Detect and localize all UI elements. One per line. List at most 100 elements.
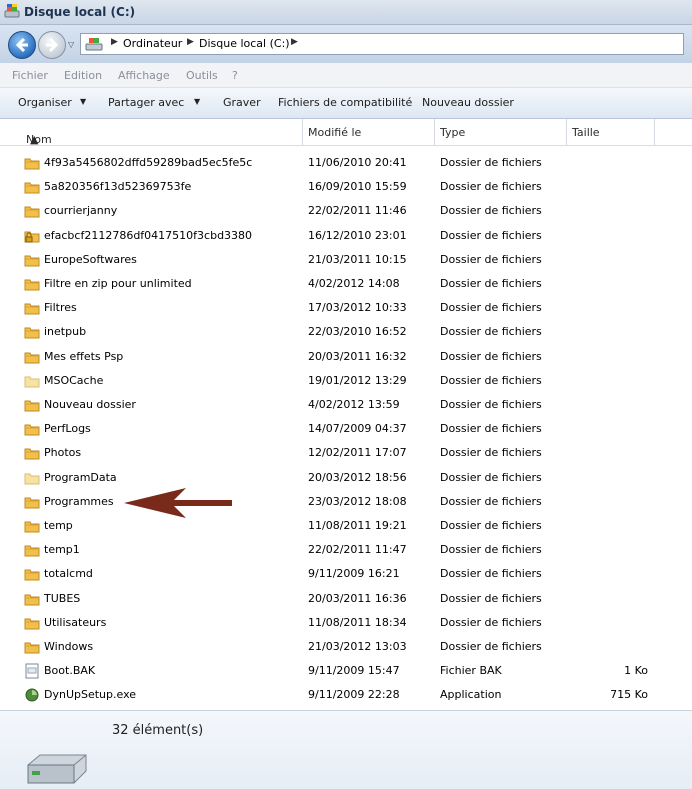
file-modified-date: 17/03/2012 10:33 [308,301,407,315]
file-type: Dossier de fichiers [440,277,542,290]
breadcrumb-disque-local[interactable]: Disque local (C:) [199,37,290,50]
file-row[interactable]: 4f93a5456802dffd59289bad5ec5fe5c 11/06/20… [0,151,692,175]
file-name: efacbcf2112786df0417510f3cbd3380 [44,228,253,242]
file-row[interactable]: Filtres 17/03/2012 10:33 Dossier de fichie… [0,296,692,320]
burn-button[interactable]: Graver [223,96,261,109]
folder-icon [24,566,40,582]
locked-folder-icon [24,228,40,244]
new-folder-button[interactable]: Nouveau dossier [422,96,514,109]
file-name: Filtre en zip pour unlimited [44,277,192,290]
column-header-type[interactable]: Type [434,119,567,145]
file-name: DynUpSetup.exe [44,688,137,702]
file-modified-date: 22/02/2011 11:46 [308,204,407,218]
file-row[interactable]: ProgramData 20/03/2012 18:56 Dossier de fi… [0,466,692,490]
column-header-size[interactable]: Taille [566,119,655,145]
folder-icon [24,518,40,534]
chevron-right-icon[interactable]: ▶ [291,37,298,47]
folder-icon [24,203,40,219]
back-button[interactable] [8,31,36,59]
file-row[interactable]: temp1 22/02/2011 11:47 Dossier de fichiers [0,538,692,562]
menu-edition[interactable]: Edition [64,69,102,82]
file-modified-date: 19/01/2012 13:29 [308,373,407,387]
file-name: Filtres [44,301,77,315]
file-type: Dossier de fichiers [440,567,542,581]
file-row[interactable]: TUBES 20/03/2011 16:36 Dossier de fichiers [0,587,692,611]
column-header-name[interactable]: Nom ▲ [14,119,303,146]
file-row[interactable]: Boot.BAK 9/11/2009 15:47 Fichier BAK 1 Ko [0,659,692,683]
menu-affichage[interactable]: Affichage [118,69,170,82]
file-name: temp1 [44,543,80,557]
file-row[interactable]: Mes effets Psp 20/03/2011 16:32 Dossier de… [0,345,692,369]
hidden-folder-icon [24,373,40,389]
file-row[interactable]: Filtre en zip pour unlimited 4/02/2012 14… [0,272,692,296]
folder-icon [24,639,40,655]
file-type: Dossier de fichiers [440,640,542,653]
file-name: Photos [44,446,82,460]
file-type: Fichier BAK [440,664,502,678]
chevron-right-icon[interactable]: ▶ [187,37,194,47]
file-modified-date: 21/03/2011 10:15 [308,252,407,266]
file-type: Dossier de fichiers [440,373,542,387]
file-name: Programmes [44,494,114,508]
address-bar[interactable]: ▶ Ordinateur ▶ Disque local (C:) ▶ [80,33,684,55]
file-modified-date: 12/02/2011 17:07 [308,446,407,460]
column-header-modified[interactable]: Modifié le [302,119,435,145]
file-type: Dossier de fichiers [440,349,542,363]
file-row[interactable]: temp 11/08/2011 19:21 Dossier de fichiers [0,514,692,538]
history-dropdown-icon[interactable]: ▽ [68,40,76,49]
folder-icon [24,252,40,268]
details-pane: 32 élément(s) [0,710,692,789]
share-button[interactable]: Partager avec [108,96,184,109]
chevron-right-icon[interactable]: ▶ [111,37,118,47]
file-row[interactable]: MSOCache 19/01/2012 13:29 Dossier de fichi… [0,369,692,393]
file-row[interactable]: Photos 12/02/2011 17:07 Dossier de fichier… [0,441,692,465]
hard-drive-icon [27,754,87,784]
file-row[interactable]: Windows 21/03/2012 13:03 Dossier de fichie… [0,635,692,659]
forward-arrow-icon [46,37,59,53]
file-modified-date: 11/06/2010 20:41 [308,156,407,169]
compatibility-files-button[interactable]: Fichiers de compatibilité [278,96,412,109]
file-type: Dossier de fichiers [440,204,542,218]
file-size: 1 Ko [624,664,648,678]
file-type: Dossier de fichiers [440,543,542,557]
hidden-folder-icon [24,470,40,486]
file-row[interactable]: Nouveau dossier 4/02/2012 13:59 Dossier de… [0,393,692,417]
file-row[interactable]: 5a820356f13d52369753fe 16/09/2010 15:59 Do… [0,175,692,199]
file-row[interactable]: EuropeSoftwares 21/03/2011 10:15 Dossier d… [0,248,692,272]
file-modified-date: 20/03/2011 16:32 [308,349,407,363]
annotation-arrow-icon [124,488,232,518]
file-row[interactable]: inetpub 22/03/2010 16:52 Dossier de fichie… [0,320,692,344]
file-name: EuropeSoftwares [44,252,137,266]
file-name: MSOCache [44,373,104,387]
file-modified-date: 21/03/2012 13:03 [308,640,407,653]
file-row[interactable]: efacbcf2112786df0417510f3cbd3380 16/12/20… [0,224,692,248]
address-row: ▽ ▶ Ordinateur ▶ Disque local (C:) ▶ [0,25,692,63]
menu-help[interactable]: ? [232,69,238,82]
menu-outils[interactable]: Outils [186,69,218,82]
organize-button[interactable]: Organiser [18,96,72,109]
file-name: totalcmd [44,567,93,581]
file-type: Dossier de fichiers [440,156,542,169]
forward-button[interactable] [38,31,66,59]
file-row[interactable]: PerfLogs 14/07/2009 04:37 Dossier de fichi… [0,417,692,441]
folder-icon [24,591,40,607]
breadcrumb-ordinateur[interactable]: Ordinateur [123,37,182,50]
drive-app-icon [4,4,20,18]
menu-bar: Fichier Edition Affichage Outils ? [0,63,692,88]
file-row[interactable]: Utilisateurs 11/08/2011 18:34 Dossier de f… [0,611,692,635]
file-type: Dossier de fichiers [440,470,542,484]
menu-fichier[interactable]: Fichier [12,69,48,82]
file-row[interactable]: courrierjanny 22/02/2011 11:46 Dossier de … [0,199,692,223]
chevron-down-icon: ▼ [80,97,87,106]
bak-file-icon [24,663,40,679]
file-modified-date: 14/07/2009 04:37 [308,422,407,436]
file-row[interactable]: DynUpSetup.exe 9/11/2009 22:28 Application… [0,683,692,707]
file-name: Mes effets Psp [44,349,124,363]
window-title: Disque local (C:) [24,5,136,19]
file-row[interactable]: Programmes 23/03/2012 18:08 Dossier de fic… [0,490,692,514]
column-headers: Nom ▲ Modifié le Type Taille [0,119,692,146]
file-type: Dossier de fichiers [440,252,542,266]
file-row[interactable]: totalcmd 9/11/2009 16:21 Dossier de fichie… [0,562,692,586]
file-type: Dossier de fichiers [440,519,542,532]
file-name: PerfLogs [44,422,91,436]
